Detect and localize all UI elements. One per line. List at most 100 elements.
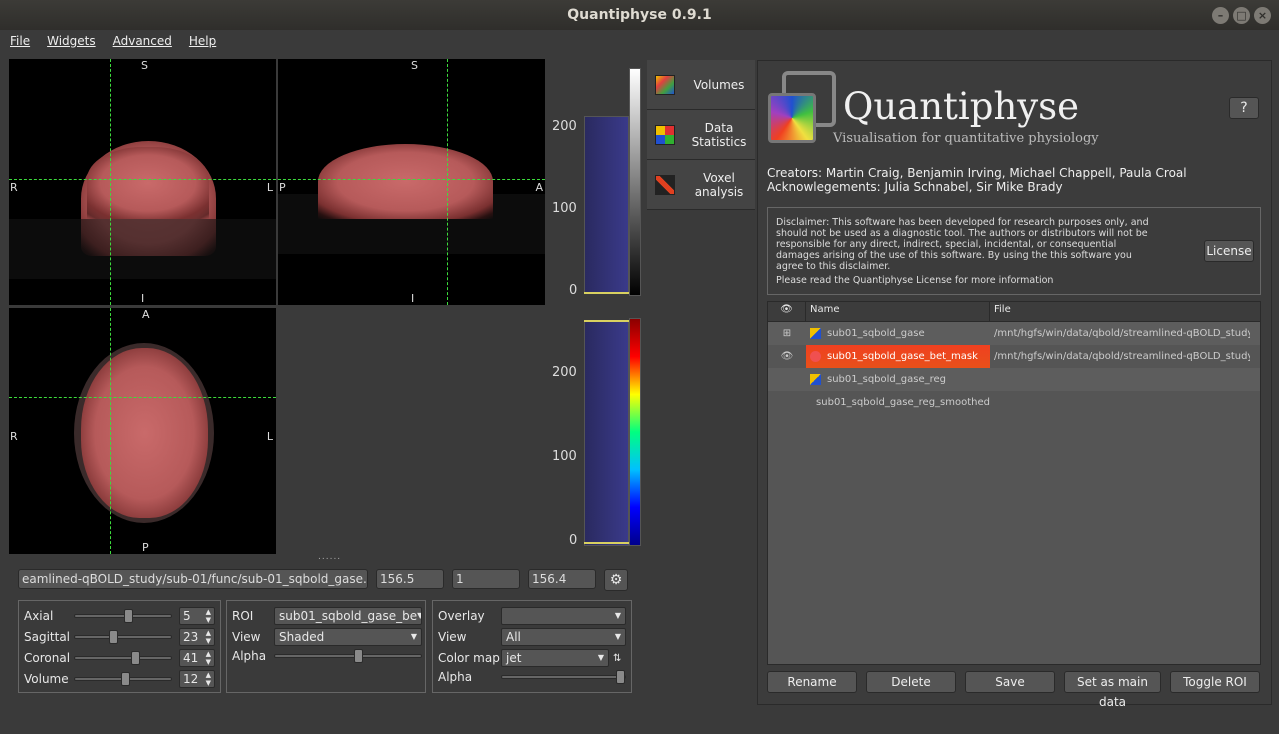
- visibility-header-eye-icon: 👁: [768, 302, 806, 321]
- orient-right: L: [266, 430, 273, 443]
- colormap-label: Color map: [438, 651, 500, 665]
- spin-arrows-icon[interactable]: ▲ ▼: [206, 608, 211, 624]
- tab-volumes[interactable]: Volumes: [647, 60, 755, 110]
- nav-label: Coronal: [24, 651, 71, 665]
- header-file: File: [994, 304, 1011, 315]
- spin-arrows-icon[interactable]: ▲ ▼: [206, 671, 211, 687]
- viewer-axial-slice[interactable]: A R L P: [9, 308, 276, 554]
- roi-view-select[interactable]: Shaded ▼: [274, 628, 422, 646]
- slider-handle[interactable]: [131, 651, 140, 665]
- maximize-icon[interactable]: □: [1233, 7, 1250, 24]
- slider-handle[interactable]: [121, 672, 130, 686]
- slice-slider[interactable]: [74, 609, 172, 623]
- table-row[interactable]: sub01_sqbold_gase_reg_smoothed: [768, 391, 1260, 414]
- spin-arrows-icon[interactable]: ▲ ▼: [206, 650, 211, 666]
- colormap-select[interactable]: jet ▼: [501, 649, 609, 667]
- save-button[interactable]: Save: [965, 671, 1055, 693]
- nav-label: Volume: [24, 672, 69, 686]
- rename-button[interactable]: Rename: [767, 671, 857, 693]
- chevron-down-icon: ▼: [410, 632, 417, 641]
- table-row[interactable]: ⊞ sub01_sqbold_gase /mnt/hgfs/win/data/q…: [768, 322, 1260, 345]
- chevron-down-icon: ▼: [614, 611, 621, 620]
- tab-voxel-analysis[interactable]: Voxel analysis: [647, 160, 755, 210]
- slice-slider[interactable]: [74, 672, 172, 686]
- stats-icon: [655, 124, 675, 145]
- orient-left: R: [10, 181, 18, 194]
- chevron-down-icon: ▼: [614, 632, 621, 641]
- eye-icon[interactable]: 👁: [768, 351, 806, 362]
- slice-spinbox[interactable]: 5 ▲ ▼: [179, 607, 215, 625]
- slider-handle[interactable]: [354, 649, 363, 663]
- slice-slider[interactable]: [74, 630, 172, 644]
- orient-left: R: [10, 430, 18, 443]
- nav-row-sagittal: Sagittal 23 ▲ ▼: [24, 627, 215, 647]
- roi-icon: [810, 351, 821, 362]
- slider-handle[interactable]: [109, 630, 118, 644]
- orient-bottom: I: [141, 292, 145, 305]
- creators-text: Creators: Martin Craig, Benjamin Irving,…: [767, 166, 1187, 180]
- slice-spinbox[interactable]: 23 ▲ ▼: [179, 628, 215, 646]
- alpha-label: Alpha: [232, 649, 267, 663]
- chevron-down-icon: ▼: [597, 653, 604, 662]
- tab-label: Voxel analysis: [694, 170, 744, 199]
- histogram-lower[interactable]: 200 100 0: [548, 310, 644, 550]
- window-titlebar: Quantiphyse 0.9.1 – □ ×: [0, 0, 1279, 30]
- grid-icon[interactable]: ⊞: [768, 328, 806, 339]
- header-name: Name: [806, 302, 990, 321]
- value-field-3[interactable]: 156.4: [528, 569, 596, 589]
- orient-left: P: [279, 181, 286, 194]
- levels-icon[interactable]: ⇅: [613, 653, 621, 664]
- orient-right: A: [535, 181, 543, 194]
- orient-top: A: [142, 308, 150, 321]
- viewer-coronal-slice[interactable]: S R L I: [9, 59, 276, 305]
- histogram-upper[interactable]: 200 100 0: [548, 60, 644, 300]
- set-main-data-button[interactable]: Set as main data: [1064, 671, 1161, 709]
- splitter-handle[interactable]: ......: [318, 552, 341, 562]
- row-file: /mnt/hgfs/win/data/qbold/streamlined-qBO…: [994, 328, 1250, 339]
- disclaimer-box: Disclaimer: This software has been devel…: [767, 207, 1261, 295]
- slice-spinbox[interactable]: 12 ▲ ▼: [179, 670, 215, 688]
- slice-spinbox[interactable]: 41 ▲ ▼: [179, 649, 215, 667]
- tab-data-statistics[interactable]: Data Statistics: [647, 110, 755, 160]
- row-name: sub01_sqbold_gase_bet_mask: [827, 351, 978, 362]
- nav-row-axial: Axial 5 ▲ ▼: [24, 606, 215, 626]
- spin-arrows-icon[interactable]: ▲ ▼: [206, 629, 211, 645]
- file-path-field[interactable]: eamlined-qBOLD_study/sub-01/func/sub-01_…: [18, 569, 368, 589]
- help-button[interactable]: ?: [1229, 97, 1259, 119]
- table-row[interactable]: 👁 sub01_sqbold_gase_bet_mask /mnt/hgfs/w…: [768, 345, 1260, 368]
- overlay-alpha-slider[interactable]: [501, 670, 626, 684]
- toggle-roi-button[interactable]: Toggle ROI: [1170, 671, 1260, 693]
- roi-alpha-slider[interactable]: [274, 649, 422, 663]
- slider-handle[interactable]: [124, 609, 133, 623]
- close-icon[interactable]: ×: [1254, 7, 1271, 24]
- table-row[interactable]: sub01_sqbold_gase_reg: [768, 368, 1260, 391]
- disclaimer-text: Disclaimer: This software has been devel…: [776, 217, 1149, 272]
- menu-file[interactable]: File: [0, 34, 37, 48]
- viewer-sagittal-slice[interactable]: S P A I: [278, 59, 545, 305]
- overlay-select[interactable]: ▼: [501, 607, 626, 625]
- gear-icon[interactable]: ⚙: [604, 569, 628, 591]
- overlay-view-select[interactable]: All ▼: [501, 628, 626, 646]
- delete-button[interactable]: Delete: [866, 671, 956, 693]
- value-field-2[interactable]: 1: [452, 569, 520, 589]
- tab-label: Data Statistics: [691, 120, 747, 149]
- menu-advanced[interactable]: Advanced: [103, 34, 179, 48]
- voxel-icon: [655, 174, 675, 195]
- quantiphyse-logo-icon: [768, 71, 838, 143]
- menubar: File Widgets Advanced Help: [0, 30, 1279, 52]
- slider-handle[interactable]: [616, 670, 625, 684]
- row-name: sub01_sqbold_gase_reg_smoothed: [816, 397, 990, 408]
- window-title: Quantiphyse 0.9.1: [567, 7, 712, 23]
- slice-slider[interactable]: [74, 651, 172, 665]
- table-buttons: Rename Delete Save Set as main data Togg…: [767, 671, 1260, 709]
- chevron-down-icon: ▼: [417, 608, 421, 624]
- value-field-1[interactable]: 156.5: [376, 569, 444, 589]
- minimize-icon[interactable]: –: [1212, 7, 1229, 24]
- roi-select[interactable]: sub01_sqbold_gase_be▼: [274, 607, 422, 625]
- acknowledgements-text: Acknowlegements: Julia Schnabel, Sir Mik…: [767, 180, 1063, 194]
- hist-tick-100: 100: [552, 449, 577, 464]
- orient-top: S: [411, 59, 418, 72]
- license-button[interactable]: License: [1204, 240, 1254, 262]
- menu-widgets[interactable]: Widgets: [37, 34, 103, 48]
- menu-help[interactable]: Help: [179, 34, 223, 48]
